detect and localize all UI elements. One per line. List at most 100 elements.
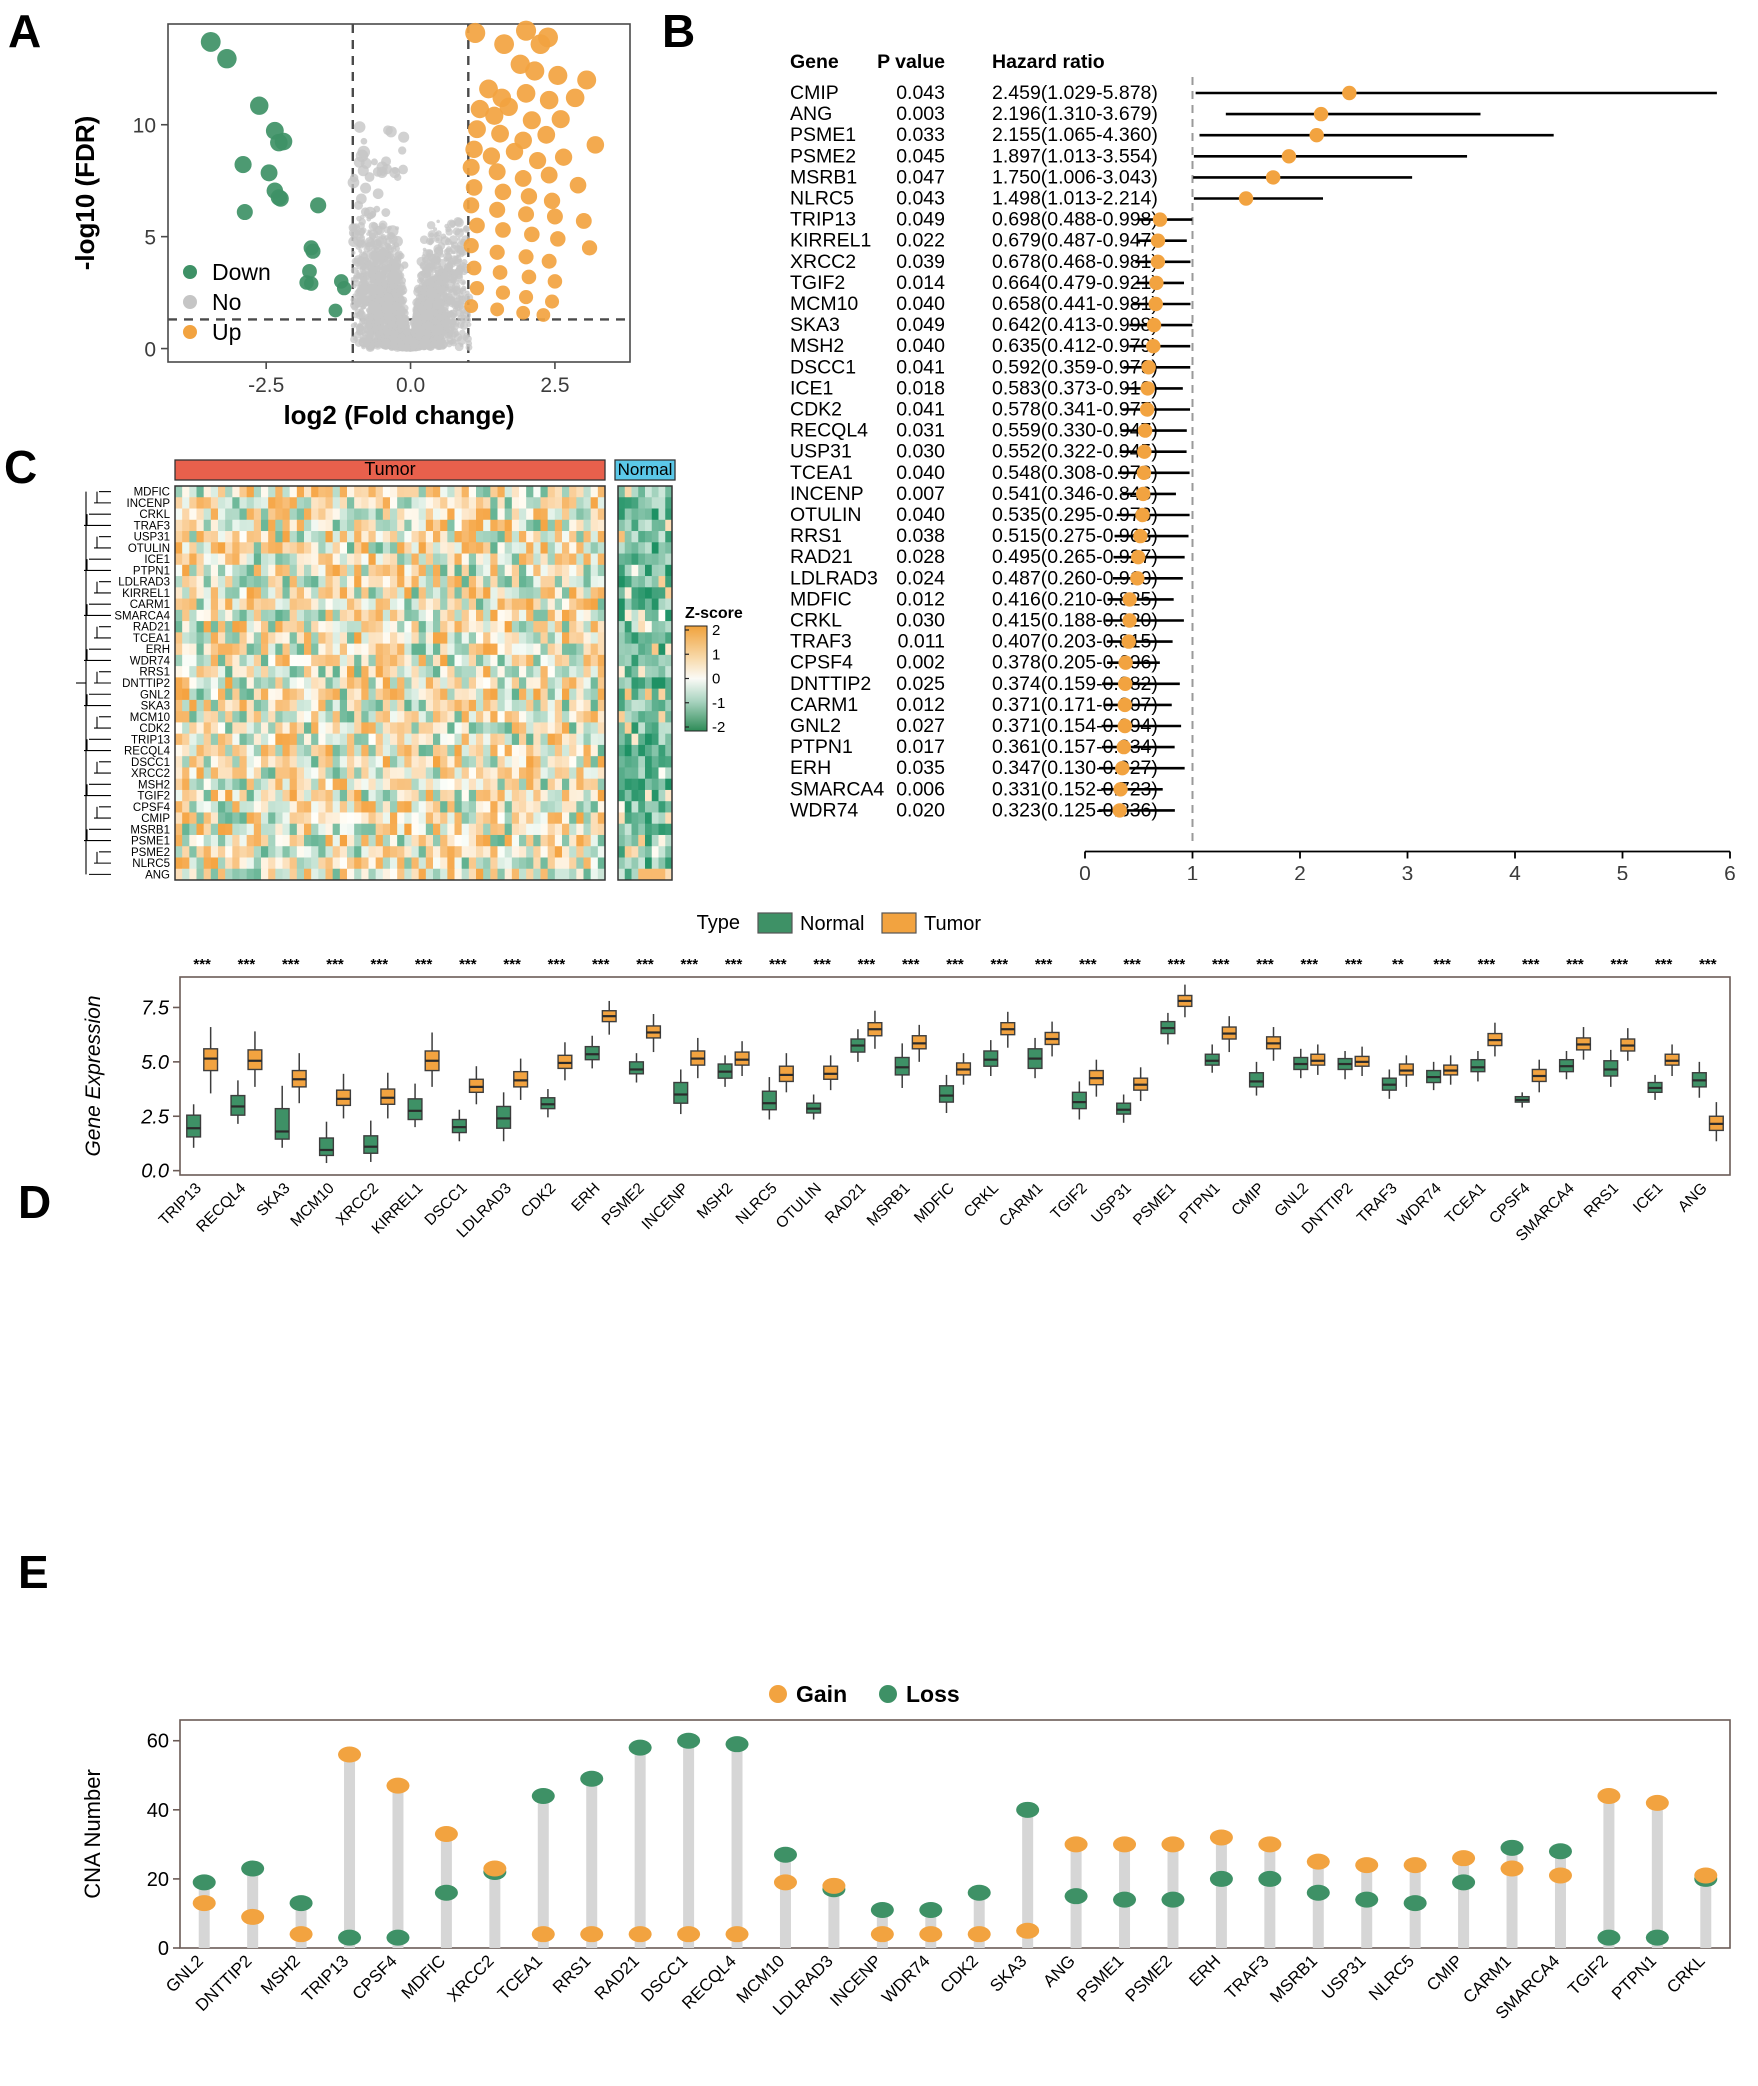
- forest-gene: TGIF2: [790, 272, 845, 294]
- cna-x-label: PSME1: [1073, 1951, 1127, 2005]
- cna-loss-point: [628, 1739, 652, 1756]
- heatmap-row-label: XRCC2: [131, 768, 170, 780]
- forest-gene: CPSF4: [790, 652, 853, 674]
- forest-pvalue: 0.041: [896, 399, 945, 421]
- forest-pvalue: 0.047: [896, 166, 945, 188]
- cna-gain-point: [1355, 1857, 1379, 1874]
- volcano-point-up: [547, 274, 563, 289]
- heatmap-row-label: CRKL: [139, 509, 170, 521]
- cna-gain-point: [725, 1926, 749, 1943]
- panel-letter-e: E: [18, 1546, 49, 1598]
- volcano-point-up: [489, 201, 506, 218]
- row-dendrogram: [76, 491, 111, 875]
- volcano-point-up: [488, 163, 506, 181]
- significance-mark: ***: [1168, 956, 1186, 973]
- forest-point: [1342, 85, 1357, 101]
- svg-text:2.5: 2.5: [540, 374, 569, 397]
- forest-pvalue: 0.020: [896, 799, 945, 821]
- cna-x-label: RECQL4: [678, 1951, 740, 2013]
- volcano-point-up: [466, 260, 482, 276]
- heatmap-row-label: MDFIC: [134, 487, 170, 499]
- volcano-point-down: [200, 31, 221, 52]
- forest-pvalue: 0.049: [896, 209, 945, 231]
- box-legend-swatch: [757, 912, 793, 934]
- cna-x-label: RAD21: [591, 1951, 643, 2003]
- forest-point: [1117, 718, 1133, 734]
- cna-loss-point: [1209, 1870, 1233, 1887]
- box-x-label: MSRB1: [864, 1180, 914, 1230]
- svg-text:Down: Down: [212, 259, 271, 285]
- forest-gene: GNL2: [790, 715, 841, 737]
- svg-text:6: 6: [1724, 863, 1736, 881]
- cna-loss-point: [531, 1788, 555, 1804]
- box-x-label: CDK2: [518, 1180, 559, 1221]
- forest-gene: MSH2: [790, 335, 844, 357]
- volcano-point-up: [551, 110, 570, 129]
- box-x-label: PSME1: [1130, 1180, 1179, 1229]
- forest-point: [1122, 613, 1137, 628]
- volcano-point-up: [465, 179, 483, 196]
- cna-loss-point: [677, 1732, 701, 1749]
- box-x-label: RECQL4: [193, 1180, 249, 1236]
- volcano-point-up: [540, 166, 558, 184]
- forest-hr: 1.498(1.013-2.214): [992, 188, 1158, 210]
- box-x-label: TCEA1: [1442, 1180, 1489, 1227]
- forest-point: [1130, 571, 1145, 586]
- volcano-point-up: [494, 183, 512, 201]
- forest-point: [1150, 233, 1166, 248]
- heatmap-row-label: TCEA1: [133, 633, 170, 645]
- heatmap-row-label: MSH2: [138, 779, 170, 791]
- volcano-point-up: [495, 222, 511, 238]
- heatmap-row-label: TRIP13: [131, 734, 170, 746]
- legend-dot-loss: [879, 1685, 897, 1703]
- volcano-point-up: [516, 305, 531, 320]
- forest-gene: TRIP13: [790, 209, 856, 231]
- svg-text:Hazard ratio: Hazard ratio: [992, 51, 1105, 73]
- heatmap-row-label: RECQL4: [124, 746, 171, 758]
- forest-point: [1112, 803, 1127, 818]
- cna-x-label: RRS1: [549, 1951, 595, 1997]
- forest-pvalue: 0.033: [896, 124, 945, 146]
- forest-gene: PTPN1: [790, 736, 853, 758]
- forest-hr: 0.679(0.487-0.947): [992, 230, 1158, 252]
- panel-letter-d: D: [18, 1176, 52, 1228]
- legend-dot: [183, 295, 197, 309]
- heatmap-row-label: TGIF2: [137, 791, 170, 803]
- significance-mark: ***: [636, 956, 654, 973]
- forest-hr: 1.897(1.013-3.554): [992, 145, 1158, 167]
- cna-gain-point: [677, 1926, 701, 1943]
- forest-point: [1121, 634, 1136, 649]
- cna-loss-point: [870, 1902, 894, 1918]
- panel-letter-b: B: [662, 5, 696, 57]
- forest-point: [1122, 592, 1137, 607]
- cna-loss-point: [1645, 1929, 1669, 1946]
- significance-mark: ***: [193, 956, 211, 973]
- cna-x-label: MSH2: [257, 1951, 304, 1998]
- heatmap-row-label: NLRC5: [132, 858, 170, 870]
- svg-text:No: No: [212, 289, 241, 315]
- forest-point: [1118, 655, 1133, 670]
- significance-mark: ***: [1301, 956, 1319, 973]
- heatmap-plot: Tumor Normal MDFIC INCENP CRKL TRAF3 USP31 OTUL…: [60, 448, 780, 893]
- volcano-point-down: [260, 164, 278, 182]
- cna-x-label: WDR74: [878, 1951, 934, 2007]
- svg-text:0.0: 0.0: [396, 374, 425, 397]
- volcano-point-up: [541, 253, 557, 269]
- heatmap-row-label: TRAF3: [134, 520, 170, 532]
- cna-x-label: USP31: [1318, 1951, 1370, 2003]
- volcano-point-down: [236, 204, 253, 221]
- volcano-point-up: [494, 34, 515, 55]
- volcano-point-down: [250, 96, 269, 115]
- cna-x-label: NLRC5: [1365, 1951, 1418, 2004]
- forest-pvalue: 0.030: [896, 441, 945, 463]
- box-x-label: TRAF3: [1354, 1180, 1401, 1227]
- forest-hr: 1.750(1.006-3.043): [992, 166, 1158, 188]
- cna-gain-point: [967, 1926, 991, 1943]
- svg-text:P value: P value: [877, 51, 945, 73]
- cna-gain-point: [1161, 1836, 1185, 1853]
- significance-mark: ***: [1035, 956, 1053, 973]
- forest-point: [1116, 739, 1132, 755]
- forest-gene: XRCC2: [790, 251, 856, 273]
- cna-loss-point: [773, 1846, 797, 1863]
- cna-loss-point: [967, 1884, 991, 1901]
